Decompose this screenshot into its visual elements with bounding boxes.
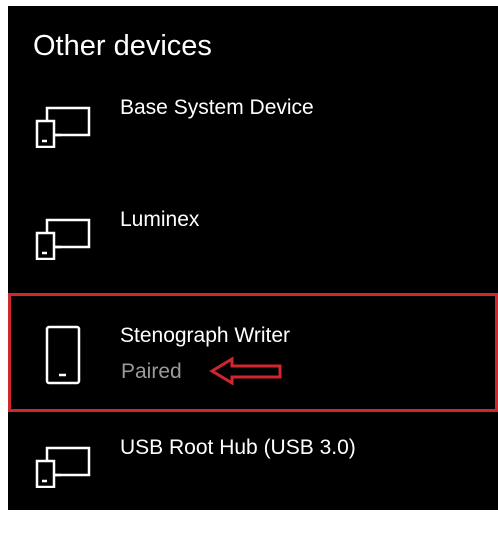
device-status: Paired (121, 360, 182, 383)
phone-icon (44, 324, 84, 386)
desktop-phone-icon (34, 98, 98, 148)
device-name: Luminex (120, 208, 200, 231)
device-item-usb-root-hub[interactable]: USB Root Hub (USB 3.0) (8, 422, 498, 534)
device-name: Stenograph Writer (120, 324, 291, 347)
other-devices-panel: Other devices Base System Device Luminex (8, 6, 498, 510)
desktop-phone-icon (34, 438, 98, 488)
section-title: Other devices (33, 30, 212, 62)
device-item-luminex[interactable]: Luminex (8, 194, 498, 306)
device-item-base-system-device[interactable]: Base System Device (8, 82, 498, 194)
desktop-phone-icon (34, 210, 98, 260)
device-item-stenograph-writer[interactable]: Stenograph Writer Paired (8, 294, 498, 412)
device-name: USB Root Hub (USB 3.0) (120, 436, 356, 459)
device-name: Base System Device (120, 96, 314, 119)
